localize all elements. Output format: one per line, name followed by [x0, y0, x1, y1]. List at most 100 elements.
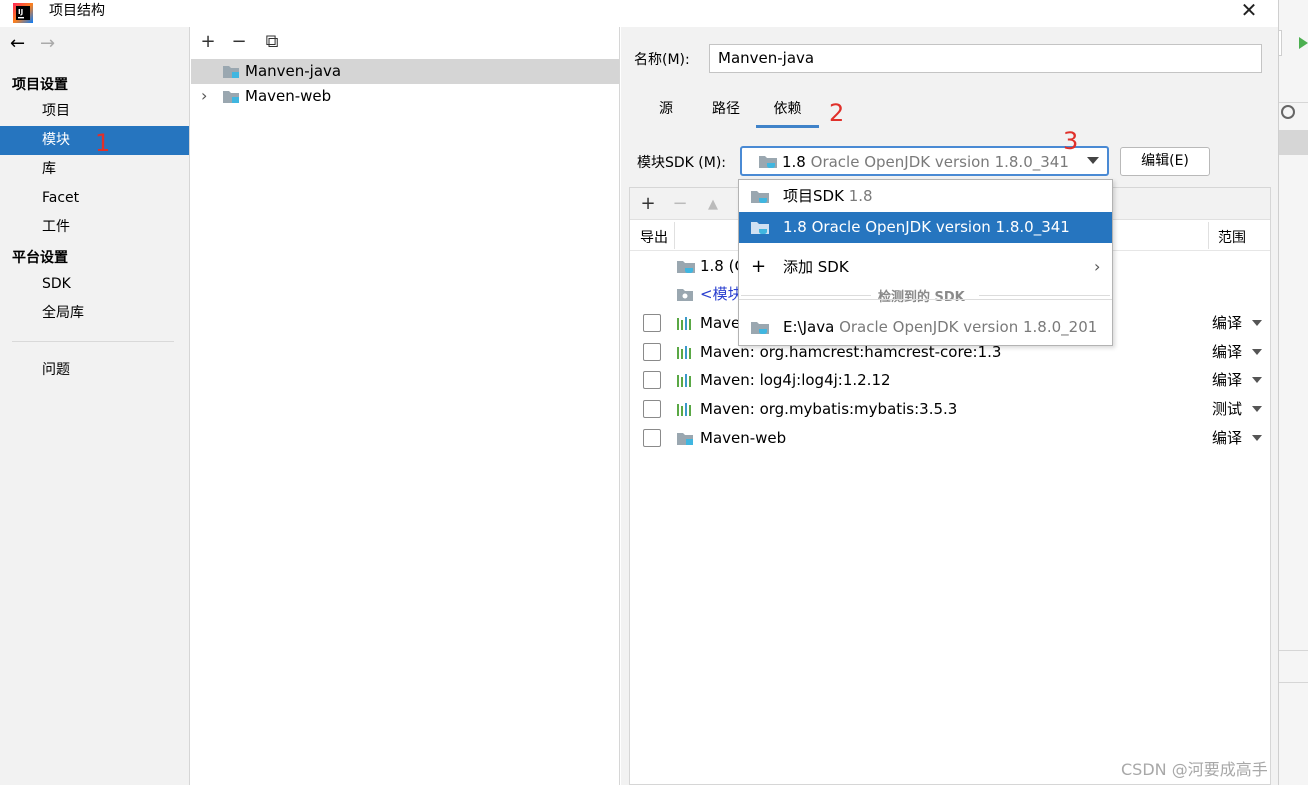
export-checkbox[interactable]	[643, 400, 661, 418]
add-dependency-icon[interactable]: +	[639, 195, 657, 213]
sdk-folder-icon	[751, 222, 769, 235]
tree-item-label: Manven-java	[245, 62, 342, 80]
window-title: 项目结构	[49, 3, 105, 19]
module-sdk-select[interactable]: 1.8 Oracle OpenJDK version 1.8.0_341	[740, 146, 1109, 176]
edit-sdk-button[interactable]: 编辑(E)	[1120, 147, 1210, 176]
plus-icon: +	[751, 256, 767, 277]
tree-item-manven-java[interactable]: Manven-java	[191, 59, 619, 84]
intellij-logo-icon: IJ	[13, 3, 33, 23]
dependency-name: Maven: org.mybatis:mybatis:3.5.3	[700, 400, 958, 418]
chevron-down-icon[interactable]	[1252, 349, 1262, 355]
annotation-1: 1	[95, 129, 111, 157]
tree-item-maven-web[interactable]: › Maven-web	[191, 84, 619, 109]
sidebar-item-global-libraries[interactable]: 全局库	[0, 299, 189, 328]
tree-item-label: Maven-web	[245, 87, 332, 105]
table-row[interactable]: Maven-web 编译	[630, 424, 1270, 453]
library-icon	[677, 374, 691, 387]
column-divider	[674, 222, 675, 249]
export-checkbox[interactable]	[643, 371, 661, 389]
scope-value[interactable]: 编译	[1212, 338, 1242, 366]
sidebar-item-sdk[interactable]: SDK	[0, 270, 189, 299]
dropdown-item-label: E:\Java	[783, 318, 835, 336]
module-folder-icon	[223, 91, 239, 103]
dropdown-item-detected-jdk[interactable]: E:\Java Oracle OpenJDK version 1.8.0_201	[739, 312, 1112, 343]
column-divider	[1208, 222, 1209, 249]
dependency-name: Maven-web	[700, 429, 787, 447]
run-icon[interactable]	[1299, 37, 1308, 49]
chevron-down-icon[interactable]	[1252, 435, 1262, 441]
sidebar-item-artifacts[interactable]: 工件	[0, 213, 189, 242]
module-folder-icon	[223, 66, 239, 78]
sdk-dropdown-list: 项目SDK 1.8 1.8 Oracle OpenJDK version 1.8…	[738, 179, 1113, 346]
sidebar-item-project[interactable]: 项目	[0, 97, 189, 126]
module-tree-pane: + − ⧉ Manven-java › Maven-web	[191, 27, 620, 785]
dropdown-item-label: 添加 SDK	[783, 258, 849, 276]
library-icon	[677, 346, 691, 359]
title-bar: IJ 项目结构 ✕	[0, 0, 1278, 27]
sidebar-divider	[12, 341, 174, 342]
scope-value[interactable]: 编译	[1212, 309, 1242, 337]
chevron-right-icon: ›	[1094, 257, 1101, 276]
chevron-down-icon[interactable]	[1252, 320, 1262, 326]
background-ide-strip	[1278, 0, 1308, 785]
dropdown-item-jdk-341[interactable]: 1.8 Oracle OpenJDK version 1.8.0_341	[739, 212, 1112, 243]
module-name-input[interactable]: Manven-java	[709, 44, 1262, 73]
scope-value[interactable]: 测试	[1212, 395, 1242, 423]
add-module-icon[interactable]: +	[199, 33, 217, 51]
sidebar-item-facet[interactable]: Facet	[0, 184, 189, 213]
module-sdk-label: 模块SDK (M):	[637, 155, 727, 171]
copy-module-icon[interactable]: ⧉	[263, 33, 281, 51]
project-settings-header: 项目设置	[12, 77, 68, 93]
scope-value[interactable]: 编译	[1212, 424, 1242, 452]
module-source-icon	[677, 289, 693, 301]
remove-dependency-icon[interactable]: −	[671, 195, 689, 213]
dropdown-item-sub: Oracle OpenJDK version 1.8.0_201	[839, 318, 1098, 336]
sdk-description: Oracle OpenJDK version 1.8.0_341	[810, 153, 1069, 171]
table-row[interactable]: Maven: org.mybatis:mybatis:3.5.3 测试	[630, 395, 1270, 424]
close-icon[interactable]: ✕	[1234, 0, 1264, 22]
dropdown-item-project-sdk[interactable]: 项目SDK 1.8	[739, 181, 1112, 212]
dropdown-item-sub: 1.8	[848, 187, 873, 205]
library-icon	[677, 317, 691, 330]
tab-dependencies[interactable]: 依赖	[756, 98, 819, 128]
export-checkbox[interactable]	[643, 343, 661, 361]
chevron-right-icon[interactable]: ›	[201, 84, 207, 108]
annotation-3: 3	[1063, 127, 1079, 155]
sdk-folder-icon	[751, 191, 769, 204]
project-structure-dialog: IJ 项目结构 ✕ ← → 项目设置 项目 模块 库 Facet 工件 平台设置…	[0, 0, 1278, 785]
module-detail-panel: 名称(M): Manven-java 源 路径 依赖 模块SDK (M): 1.…	[621, 27, 1278, 785]
detected-sdk-header: 检测到的 SDK	[878, 290, 965, 305]
sidebar-item-problems[interactable]: 问题	[0, 356, 189, 385]
sdk-folder-icon	[759, 156, 777, 169]
divider	[739, 299, 1112, 300]
module-folder-icon	[677, 433, 693, 445]
name-label: 名称(M):	[634, 52, 690, 68]
column-scope[interactable]: 范围	[1218, 227, 1246, 247]
dropdown-item-add-sdk[interactable]: + 添加 SDK ›	[739, 252, 1112, 283]
dependency-name: Maven: log4j:log4j:1.2.12	[700, 371, 891, 389]
export-checkbox[interactable]	[643, 429, 661, 447]
stop-icon[interactable]	[1281, 105, 1295, 119]
tab-sources[interactable]: 源	[651, 98, 681, 128]
sidebar-item-libraries[interactable]: 库	[0, 155, 189, 184]
tab-paths[interactable]: 路径	[706, 98, 746, 128]
export-checkbox[interactable]	[643, 314, 661, 332]
annotation-2: 2	[829, 99, 845, 127]
dependency-name: Mave	[700, 314, 741, 332]
table-row[interactable]: Maven: log4j:log4j:1.2.12 编译	[630, 366, 1270, 395]
chevron-down-icon[interactable]	[1252, 377, 1262, 383]
watermark: CSDN @河要成高手	[1121, 760, 1268, 779]
move-up-icon[interactable]: ▲	[704, 196, 722, 214]
chevron-down-icon[interactable]	[1252, 406, 1262, 412]
column-export[interactable]: 导出	[640, 227, 668, 247]
back-icon[interactable]: ←	[10, 35, 25, 53]
dropdown-item-label: 项目SDK	[783, 187, 844, 205]
sdk-version: 1.8	[782, 153, 806, 171]
sdk-folder-icon	[677, 261, 695, 274]
dropdown-item-label: 1.8 Oracle OpenJDK version 1.8.0_341	[783, 218, 1070, 236]
remove-module-icon[interactable]: −	[230, 33, 248, 51]
sdk-folder-icon	[751, 322, 769, 335]
forward-icon[interactable]: →	[40, 35, 55, 53]
chevron-down-icon[interactable]	[1087, 157, 1099, 164]
scope-value[interactable]: 编译	[1212, 366, 1242, 394]
